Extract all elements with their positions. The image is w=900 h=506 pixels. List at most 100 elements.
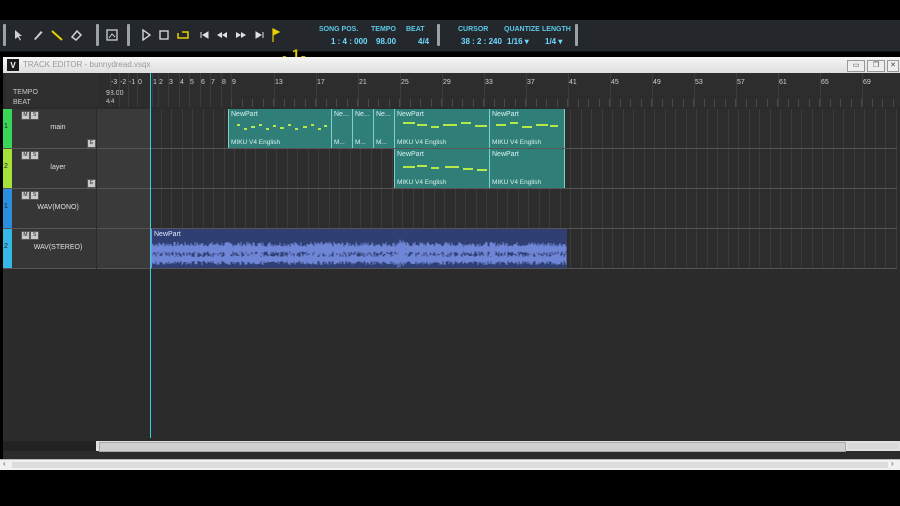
fast-forward-icon[interactable]: [233, 26, 249, 44]
track-lane-wav-mono[interactable]: [97, 189, 897, 229]
track-header-layer[interactable]: 2 M S layer E: [3, 149, 96, 189]
grid-line: [371, 189, 372, 228]
grid-line: [665, 189, 666, 228]
mute-button[interactable]: M: [21, 111, 30, 120]
pointer-tool-icon[interactable]: [11, 26, 27, 44]
minimize-button[interactable]: ▭: [847, 60, 865, 72]
skip-to-start-icon[interactable]: [196, 26, 212, 44]
track-view-icon[interactable]: [104, 26, 120, 44]
restore-button[interactable]: ❐: [867, 60, 885, 72]
grid-line: [822, 229, 823, 268]
scroll-right-arrow-icon[interactable]: ›: [891, 459, 894, 468]
track-lane-wav-stereo[interactable]: NewPart: [97, 229, 897, 269]
pre-measure-region: [97, 229, 150, 268]
mute-button[interactable]: M: [21, 231, 30, 240]
audio-part[interactable]: NewPart: [151, 229, 567, 268]
song-pos-value[interactable]: 1 : 4 : 000: [331, 37, 367, 46]
ruler-measure-label: 7: [211, 79, 215, 86]
scroll-thumb[interactable]: [99, 442, 846, 452]
vocal-part[interactable]: NewPart MIKU V4 English: [489, 149, 565, 188]
vocal-part[interactable]: NewPart MIKU V4 English: [228, 109, 333, 148]
ruler-subtick: [840, 99, 841, 107]
grid-line: [570, 149, 571, 188]
grid-line: [381, 149, 382, 188]
track-lane-layer[interactable]: NewPart MIKU V4 English NewPart MIKU V4 …: [97, 149, 897, 189]
grid-line: [665, 109, 666, 148]
grid-line: [245, 149, 246, 188]
solo-button[interactable]: S: [30, 191, 39, 200]
toolbar-separator: [127, 24, 130, 46]
grid-line: [255, 189, 256, 228]
length-select[interactable]: 1/4 ▾: [545, 37, 562, 46]
grid-line: [707, 189, 708, 228]
track-header-wav-stereo[interactable]: 2 M S WAV(STEREO): [3, 229, 96, 269]
grid-line: [381, 189, 382, 228]
vocal-part[interactable]: NewPart MIKU V4 English: [394, 109, 491, 148]
vocal-part[interactable]: NewPart MIKU V4 English: [394, 149, 491, 188]
grid-line: [654, 229, 655, 268]
ruler-subtick: [725, 99, 726, 107]
vocal-part[interactable]: Ne... M...: [331, 109, 354, 148]
solo-button[interactable]: S: [30, 151, 39, 160]
grid-line: [759, 109, 760, 148]
track-header-wav-mono[interactable]: 1 M S WAV(MONO): [3, 189, 96, 229]
solo-button[interactable]: S: [30, 231, 39, 240]
solo-button[interactable]: S: [30, 111, 39, 120]
track-lane-main[interactable]: NewPart MIKU V4 English Ne... M... Ne...…: [97, 109, 897, 149]
track-options-button[interactable]: E: [87, 179, 96, 188]
zoom-slider[interactable]: [848, 443, 898, 449]
mute-button[interactable]: M: [21, 151, 30, 160]
grid-line: [801, 109, 802, 148]
pencil-tool-icon[interactable]: [30, 26, 46, 44]
ruler-measure-label: -3: [111, 79, 118, 86]
tempo-value[interactable]: 98.00: [376, 37, 396, 46]
vocal-part[interactable]: Ne... M...: [373, 109, 396, 148]
track-options-button[interactable]: E: [87, 139, 96, 148]
grid-line: [686, 189, 687, 228]
loop-icon[interactable]: [175, 26, 191, 44]
vocal-part[interactable]: Ne... M...: [352, 109, 375, 148]
grid-line: [591, 229, 592, 268]
stop-icon[interactable]: [156, 26, 172, 44]
beat-value[interactable]: 4/4: [418, 37, 429, 46]
vocal-part[interactable]: NewPart MIKU V4 English: [489, 109, 565, 148]
rewind-icon[interactable]: [214, 26, 230, 44]
track-horizontal-scrollbar[interactable]: [3, 441, 900, 452]
ruler-header: TEMPO BEAT: [6, 73, 99, 107]
window-titlebar[interactable]: V TRACK EDITOR - bunnydread.vsqx ▭ ❐ ✕: [3, 57, 900, 73]
note-pattern: [403, 165, 487, 171]
playhead-cursor[interactable]: [150, 73, 151, 438]
start-marker-icon[interactable]: [270, 26, 290, 44]
grid-line: [633, 109, 634, 148]
grid-line: [266, 149, 267, 188]
grid-line: [444, 189, 445, 228]
grid-line: [759, 189, 760, 228]
grid-line: [245, 189, 246, 228]
part-singer: MIKU V4 English: [397, 139, 447, 146]
tempo-marker-value[interactable]: 98.00: [106, 90, 124, 97]
track-name[interactable]: main: [23, 124, 93, 131]
grid-line: [192, 109, 193, 148]
grid-line: [885, 229, 886, 268]
grid-line: [276, 189, 277, 228]
grid-line: [822, 109, 823, 148]
close-button[interactable]: ✕: [887, 60, 899, 72]
scroll-left-arrow-icon[interactable]: ‹: [3, 459, 6, 468]
scroll-track[interactable]: [12, 462, 888, 468]
quantize-select[interactable]: 1/16 ▾: [507, 37, 529, 46]
track-name[interactable]: WAV(STEREO): [23, 244, 93, 251]
mute-button[interactable]: M: [21, 191, 30, 200]
eraser-tool-icon[interactable]: [68, 26, 84, 44]
ruler-measure-label: 21: [359, 79, 367, 86]
skip-to-end-icon[interactable]: [252, 26, 268, 44]
track-header-main[interactable]: 1 M S main E: [3, 109, 96, 149]
window-horizontal-scrollbar[interactable]: ‹ ›: [0, 459, 900, 470]
ruler-subtick: [735, 99, 736, 107]
line-tool-icon[interactable]: [49, 26, 65, 44]
play-icon[interactable]: [138, 26, 154, 44]
grid-line: [675, 189, 676, 228]
track-name[interactable]: layer: [23, 164, 93, 171]
track-name[interactable]: WAV(MONO): [23, 204, 93, 211]
cursor-label: CURSOR: [458, 26, 489, 33]
timeline-ruler[interactable]: 98.00 4/4 -3-2-1012345678913172125293337…: [100, 73, 900, 107]
